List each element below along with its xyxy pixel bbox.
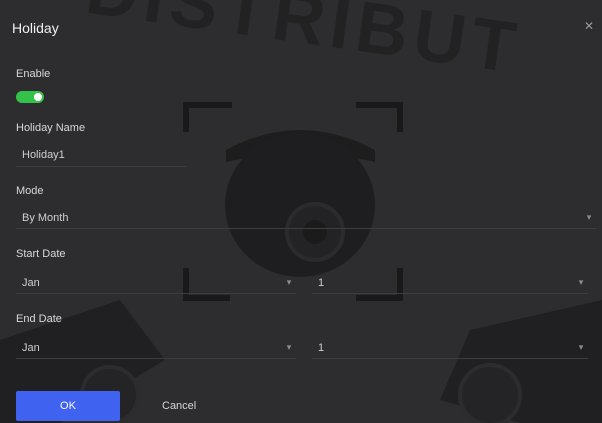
start-day-value: 1 [318, 277, 325, 289]
chevron-down-icon: ▾ [586, 212, 592, 222]
start-month-value: Jan [22, 277, 40, 289]
end-date-label: End Date [16, 313, 62, 325]
enable-toggle[interactable] [16, 91, 44, 103]
enable-label: Enable [16, 68, 51, 80]
close-icon[interactable]: ✕ [584, 20, 596, 32]
end-day-value: 1 [318, 342, 325, 354]
holiday-name-value: Holiday1 [22, 149, 65, 161]
end-month-value: Jan [22, 342, 40, 354]
chevron-down-icon: ▾ [286, 342, 292, 352]
holiday-name-label: Holiday Name [16, 122, 86, 134]
ok-button[interactable]: OK [16, 391, 120, 421]
cancel-button[interactable]: Cancel [162, 400, 196, 412]
chevron-down-icon: ▾ [578, 342, 584, 352]
holiday-name-field[interactable]: Holiday1 [16, 144, 186, 167]
start-day-select[interactable]: 1 ▾ [312, 271, 588, 294]
toggle-knob [34, 93, 42, 101]
start-date-label: Start Date [16, 248, 66, 260]
mode-label: Mode [16, 185, 44, 197]
chevron-down-icon: ▾ [286, 277, 292, 287]
end-day-select[interactable]: 1 ▾ [312, 336, 588, 359]
start-month-select[interactable]: Jan ▾ [16, 271, 296, 294]
holiday-dialog: DISTRIBUT Holiday ✕ Enable Holiday Name … [0, 0, 602, 423]
dialog-title: Holiday [12, 20, 59, 36]
end-month-select[interactable]: Jan ▾ [16, 336, 296, 359]
dialog-titlebar: Holiday ✕ [0, 12, 602, 42]
mode-select[interactable]: By Month ▾ [16, 206, 596, 229]
mode-value: By Month [22, 212, 69, 224]
chevron-down-icon: ▾ [578, 277, 584, 287]
